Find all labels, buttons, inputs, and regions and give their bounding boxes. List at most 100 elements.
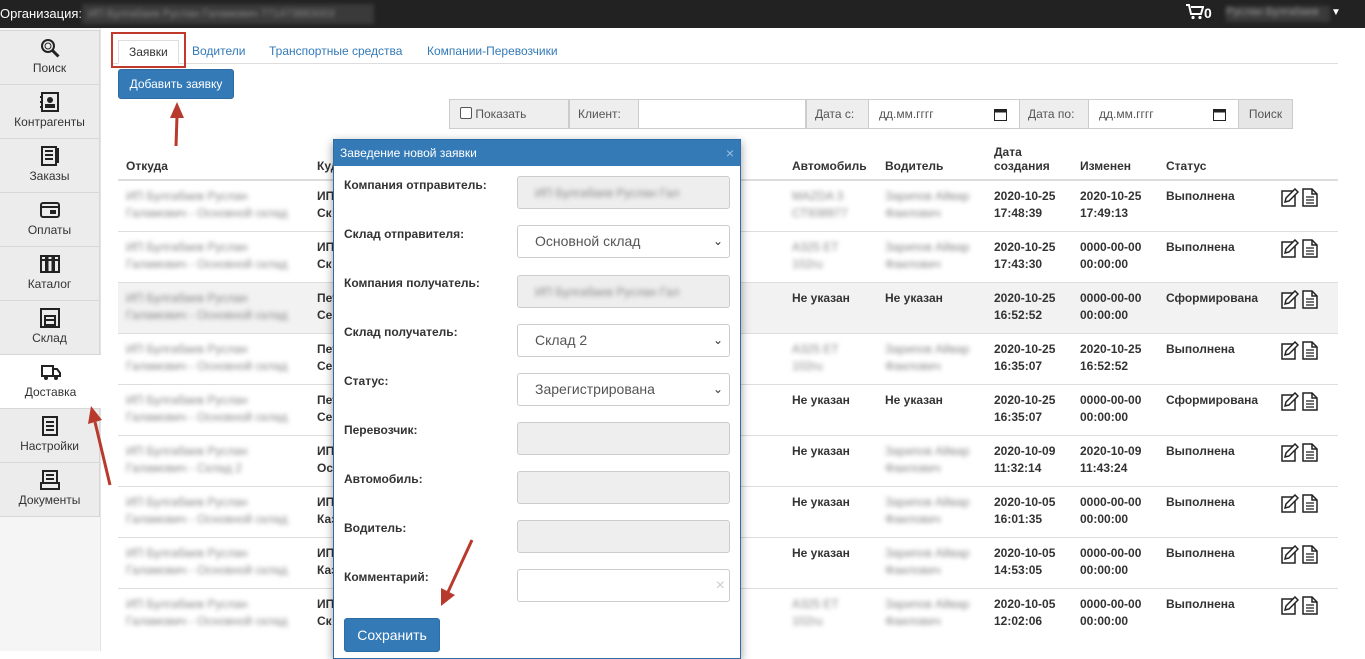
status-select[interactable]: Зарегистрирована ⌄ — [517, 373, 730, 406]
date-from-input[interactable]: дд.мм.гггг — [868, 99, 1020, 129]
sender-company-value: ИП Булгабаев Руслан Гал — [535, 186, 680, 200]
close-icon[interactable]: × — [726, 140, 734, 166]
receiver-warehouse-select[interactable]: Склад 2 ⌄ — [517, 324, 730, 357]
document-icon[interactable] — [1302, 238, 1319, 258]
sidebar-item-settings[interactable]: Настройки — [0, 408, 100, 463]
cell-car: Не указан — [784, 485, 877, 537]
sender-company-field[interactable]: ИП Булгабаев Руслан Гал — [517, 176, 730, 209]
edit-icon[interactable] — [1281, 493, 1299, 513]
cell-created: 2020-10-25 16:35:07 — [986, 332, 1072, 384]
receiver-company-field[interactable]: ИП Булгабаев Руслан Гал — [517, 275, 730, 308]
orders-icon — [40, 146, 59, 166]
edit-icon[interactable] — [1281, 340, 1299, 360]
car-label: Автомобиль: — [344, 472, 423, 486]
sidebar-item-payments[interactable]: Оплаты — [0, 192, 100, 247]
column-header-changed[interactable]: Изменен — [1072, 134, 1158, 181]
cell-driver: Зарипов Айвар Фаилович — [877, 179, 986, 231]
cell-car: Не указан — [784, 281, 877, 333]
driver-value: Зарипов Айвар Фаилович — [885, 596, 970, 628]
receiver-warehouse-label: Склад получатель: — [344, 325, 458, 339]
document-icon[interactable] — [1302, 289, 1319, 309]
chevron-down-icon[interactable]: ▼ — [1331, 7, 1341, 18]
document-icon[interactable] — [1302, 340, 1319, 360]
cell-changed: 0000-00-00 00:00:00 — [1072, 587, 1158, 639]
sidebar-item-search[interactable]: Поиск — [0, 30, 100, 85]
car-value: MAZDA 3 СТ938977 — [792, 189, 848, 220]
column-header-from[interactable]: Откуда — [118, 134, 309, 181]
edit-icon[interactable] — [1281, 289, 1299, 309]
sender-warehouse-value: Основной склад — [535, 233, 641, 249]
from-value: ИП Булгабаев Руслан Галамович - Склад 2 — [126, 443, 248, 475]
edit-icon[interactable] — [1281, 544, 1299, 564]
sidebar-item-label: Документы — [18, 493, 81, 507]
column-header-created[interactable]: Дата создания — [986, 134, 1072, 181]
cell-actions — [1281, 281, 1338, 333]
changed-value: 0000-00-00 00:00:00 — [1080, 494, 1142, 526]
column-header-car[interactable]: Автомобиль — [784, 134, 877, 181]
edit-icon[interactable] — [1281, 595, 1299, 615]
sidebar-item-catalog[interactable]: Каталог — [0, 246, 100, 301]
client-input[interactable] — [638, 99, 806, 129]
cell-status: Выполнена — [1158, 332, 1281, 384]
cell-from: ИП Булгабаев Руслан Галамович - Основной… — [118, 179, 309, 231]
from-value: ИП Булгабаев Руслан Галамович - Основной… — [126, 341, 288, 373]
document-icon[interactable] — [1302, 391, 1319, 411]
sidebar: Поиск Контрагенты Заказы Оплаты Каталог … — [0, 28, 101, 651]
archive-checkbox[interactable] — [460, 107, 472, 119]
cart-button[interactable]: 0 — [1186, 4, 1212, 21]
show-archive-toggle[interactable]: Показать архив — [449, 99, 569, 149]
sender-company-label: Компания отправитель: — [344, 178, 487, 192]
add-request-button[interactable]: Добавить заявку — [118, 69, 234, 99]
cell-created: 2020-10-05 12:02:06 — [986, 587, 1072, 639]
document-icon[interactable] — [1302, 188, 1319, 207]
sidebar-item-documents[interactable]: Документы — [0, 462, 100, 517]
clear-icon[interactable]: × — [716, 570, 725, 601]
changed-value: 0000-00-00 00:00:00 — [1080, 239, 1142, 271]
driver-label: Водитель: — [344, 521, 407, 535]
tab-drivers[interactable]: Водители — [192, 40, 245, 64]
column-header-status[interactable]: Статус — [1158, 134, 1281, 181]
edit-icon[interactable] — [1281, 188, 1299, 207]
search-button[interactable]: Поиск — [1238, 99, 1293, 129]
document-icon[interactable] — [1302, 544, 1319, 564]
edit-icon[interactable] — [1281, 391, 1299, 411]
organization-select[interactable]: ИП Булгабаев Руслан Галамович 7714738830… — [82, 4, 374, 24]
carrier-field[interactable] — [517, 422, 730, 455]
sidebar-item-warehouse[interactable]: Склад — [0, 300, 100, 355]
document-icon[interactable] — [1302, 595, 1319, 615]
organization-label: Организация: — [0, 6, 83, 21]
car-field[interactable] — [517, 471, 730, 504]
date-to-input[interactable]: дд.мм.гггг — [1088, 99, 1239, 129]
save-button[interactable]: Сохранить — [344, 618, 440, 652]
tab-bar: Заявки Водители Транспортные средства Ко… — [112, 36, 1338, 64]
sidebar-item-orders[interactable]: Заказы — [0, 138, 100, 193]
tab-carrier-companies[interactable]: Компании-Перевозчики — [427, 40, 558, 64]
sender-warehouse-select[interactable]: Основной склад ⌄ — [517, 225, 730, 258]
sidebar-item-delivery[interactable]: Доставка — [0, 354, 101, 409]
created-value: 2020-10-05 16:01:35 — [994, 494, 1056, 526]
cell-from: ИП Булгабаев Руслан Галамович - Основной… — [118, 587, 309, 639]
driver-value: Не указан — [885, 392, 943, 407]
calendar-icon[interactable] — [1213, 108, 1226, 121]
calendar-icon[interactable] — [994, 108, 1007, 121]
comment-input[interactable]: × — [517, 569, 730, 602]
document-icon[interactable] — [1302, 442, 1319, 462]
car-value: Не указан — [792, 443, 850, 458]
catalog-icon — [39, 255, 60, 273]
column-header-driver[interactable]: Водитель — [877, 134, 986, 181]
cell-actions — [1281, 179, 1338, 231]
from-value: ИП Булгабаев Руслан Галамович - Основной… — [126, 596, 288, 628]
tab-vehicles[interactable]: Транспортные средства — [269, 40, 402, 64]
edit-icon[interactable] — [1281, 442, 1299, 462]
edit-icon[interactable] — [1281, 238, 1299, 258]
changed-value: 2020-10-09 11:43:24 — [1080, 443, 1142, 475]
from-value: ИП Булгабаев Руслан Галамович - Основной… — [126, 494, 288, 526]
status-label: Статус: — [344, 374, 389, 388]
chevron-down-icon: ⌄ — [712, 382, 723, 396]
user-menu[interactable]: Руслан Булгабаев — [1226, 6, 1330, 22]
document-icon[interactable] — [1302, 493, 1319, 513]
driver-field[interactable] — [517, 520, 730, 553]
sidebar-item-label: Каталог — [27, 277, 72, 291]
status-value: Выполнена — [1166, 341, 1235, 356]
sidebar-item-contacts[interactable]: Контрагенты — [0, 84, 100, 139]
